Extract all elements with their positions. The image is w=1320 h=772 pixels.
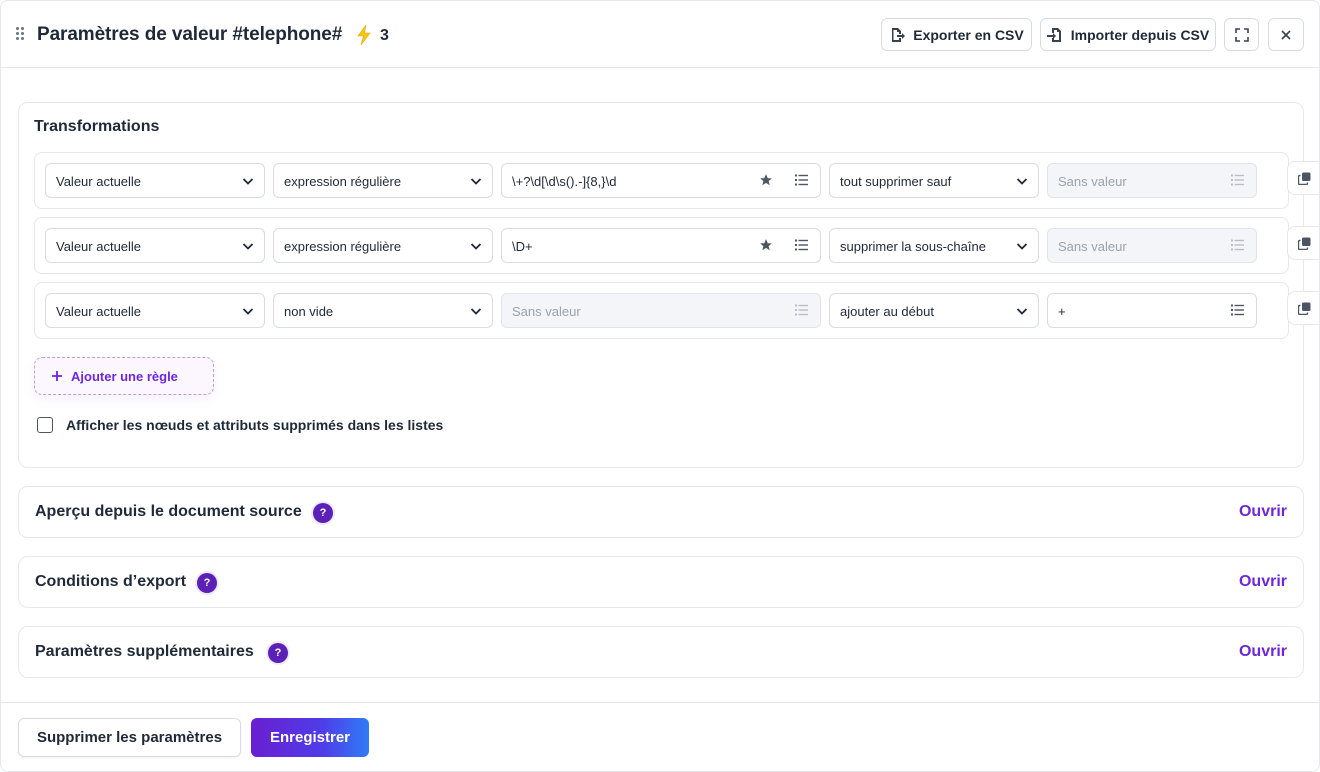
usage-count: 3: [380, 27, 389, 44]
export-csv-button[interactable]: Exporter en CSV: [881, 18, 1032, 51]
rule-row: Valeur actuelle non vide Sans valeur ajo…: [34, 282, 1289, 339]
file-import-icon: [1046, 27, 1061, 42]
source-select[interactable]: Valeur actuelle: [45, 293, 265, 328]
condition-select-value: non vide: [284, 304, 334, 319]
value-input-placeholder: Sans valeur: [1058, 239, 1127, 254]
action-select[interactable]: ajouter au début: [829, 293, 1039, 328]
condition-select-value: expression régulière: [284, 174, 402, 189]
help-icon[interactable]: ?: [268, 643, 288, 663]
plus-icon: [52, 371, 62, 381]
pattern-input-value: \D+: [512, 239, 533, 254]
chevron-down-icon: [470, 308, 482, 315]
source-select[interactable]: Valeur actuelle: [45, 228, 265, 263]
save-button[interactable]: Enregistrer: [251, 718, 369, 757]
action-select[interactable]: tout supprimer sauf: [829, 163, 1039, 198]
open-link[interactable]: Ouvrir: [1239, 643, 1287, 661]
pattern-input-value: \+?\d[\d\s().-]{8,}\d: [512, 174, 617, 189]
import-csv-label: Importer depuis CSV: [1070, 26, 1210, 43]
section-title: Conditions d’export: [35, 573, 187, 590]
section-title: Aperçu depuis le document source: [35, 503, 302, 520]
duplicate-rule-button[interactable]: [1287, 161, 1319, 195]
chevron-down-icon: [242, 243, 254, 250]
open-link[interactable]: Ouvrir: [1239, 573, 1287, 591]
action-select-value: tout supprimer sauf: [840, 174, 952, 189]
import-csv-button[interactable]: Importer depuis CSV: [1040, 18, 1216, 51]
action-select-value: ajouter au début: [840, 304, 934, 319]
modal-title: Paramètres de valeur #telephone#: [37, 24, 343, 45]
chevron-down-icon: [242, 178, 254, 185]
chevron-down-icon: [1016, 308, 1028, 315]
value-input[interactable]: +: [1047, 293, 1257, 328]
list-icon[interactable]: [795, 304, 808, 316]
transformations-title: Transformations: [34, 118, 160, 135]
section-title: Paramètres supplémentaires: [35, 643, 254, 660]
show-deleted-label[interactable]: Afficher les nœuds et attributs supprimé…: [66, 417, 443, 433]
value-input[interactable]: Sans valeur: [1047, 163, 1257, 198]
source-select-value: Valeur actuelle: [56, 304, 142, 319]
fullscreen-button[interactable]: [1224, 18, 1259, 51]
copy-icon: [1298, 237, 1311, 250]
list-icon[interactable]: [1231, 304, 1244, 316]
action-select-value: supprimer la sous-chaîne: [840, 239, 986, 254]
add-rule-label: Ajouter une règle: [71, 368, 178, 384]
fullscreen-icon: [1234, 27, 1249, 42]
transformations-panel: Transformations Valeur actuelle expressi…: [18, 102, 1304, 468]
duplicate-rule-button[interactable]: [1287, 291, 1319, 325]
list-icon[interactable]: [1231, 174, 1244, 186]
help-icon[interactable]: ?: [197, 573, 217, 593]
close-button[interactable]: [1268, 18, 1304, 51]
file-export-icon: [892, 27, 906, 42]
star-icon[interactable]: [759, 238, 773, 252]
additional-settings-section[interactable]: Paramètres supplémentaires ? Ouvrir: [18, 626, 1304, 678]
chevron-down-icon: [242, 308, 254, 315]
condition-select[interactable]: non vide: [273, 293, 493, 328]
pattern-input[interactable]: \+?\d[\d\s().-]{8,}\d: [501, 163, 821, 198]
condition-select-value: expression régulière: [284, 239, 402, 254]
condition-select[interactable]: expression régulière: [273, 163, 493, 198]
show-deleted-checkbox[interactable]: [37, 417, 53, 433]
export-csv-label: Exporter en CSV: [913, 26, 1024, 43]
star-icon[interactable]: [759, 173, 773, 187]
pattern-input[interactable]: Sans valeur: [501, 293, 821, 328]
action-select[interactable]: supprimer la sous-chaîne: [829, 228, 1039, 263]
lightning-icon: [357, 25, 371, 45]
add-rule-button[interactable]: Ajouter une règle: [34, 357, 214, 395]
delete-settings-button[interactable]: Supprimer les paramètres: [18, 718, 241, 757]
copy-icon: [1298, 302, 1311, 315]
modal-footer: Supprimer les paramètres Enregistrer: [1, 702, 1319, 771]
modal-header: Paramètres de valeur #telephone# 3 Expor…: [1, 1, 1319, 68]
help-icon[interactable]: ?: [313, 503, 333, 523]
source-select[interactable]: Valeur actuelle: [45, 163, 265, 198]
value-input-placeholder: Sans valeur: [1058, 174, 1127, 189]
open-link[interactable]: Ouvrir: [1239, 503, 1287, 521]
pattern-input-placeholder: Sans valeur: [512, 304, 581, 319]
list-icon[interactable]: [1231, 239, 1244, 251]
condition-select[interactable]: expression régulière: [273, 228, 493, 263]
duplicate-rule-button[interactable]: [1287, 226, 1319, 260]
show-deleted-row: Afficher les nœuds et attributs supprimé…: [37, 417, 443, 433]
value-settings-modal: Paramètres de valeur #telephone# 3 Expor…: [0, 0, 1320, 772]
list-icon[interactable]: [795, 174, 808, 186]
chevron-down-icon: [1016, 178, 1028, 185]
source-preview-section[interactable]: Aperçu depuis le document source ? Ouvri…: [18, 486, 1304, 538]
chevron-down-icon: [470, 243, 482, 250]
drag-handle-icon[interactable]: [16, 27, 26, 41]
rule-row: Valeur actuelle expression régulière \D+…: [34, 217, 1289, 274]
list-icon[interactable]: [795, 239, 808, 251]
source-select-value: Valeur actuelle: [56, 174, 142, 189]
chevron-down-icon: [1016, 243, 1028, 250]
value-input[interactable]: Sans valeur: [1047, 228, 1257, 263]
rule-row: Valeur actuelle expression régulière \+?…: [34, 152, 1289, 209]
export-conditions-section[interactable]: Conditions d’export ? Ouvrir: [18, 556, 1304, 608]
pattern-input[interactable]: \D+: [501, 228, 821, 263]
chevron-down-icon: [470, 178, 482, 185]
close-icon: [1281, 29, 1291, 40]
source-select-value: Valeur actuelle: [56, 239, 142, 254]
value-input-value: +: [1058, 304, 1066, 319]
copy-icon: [1298, 172, 1311, 185]
